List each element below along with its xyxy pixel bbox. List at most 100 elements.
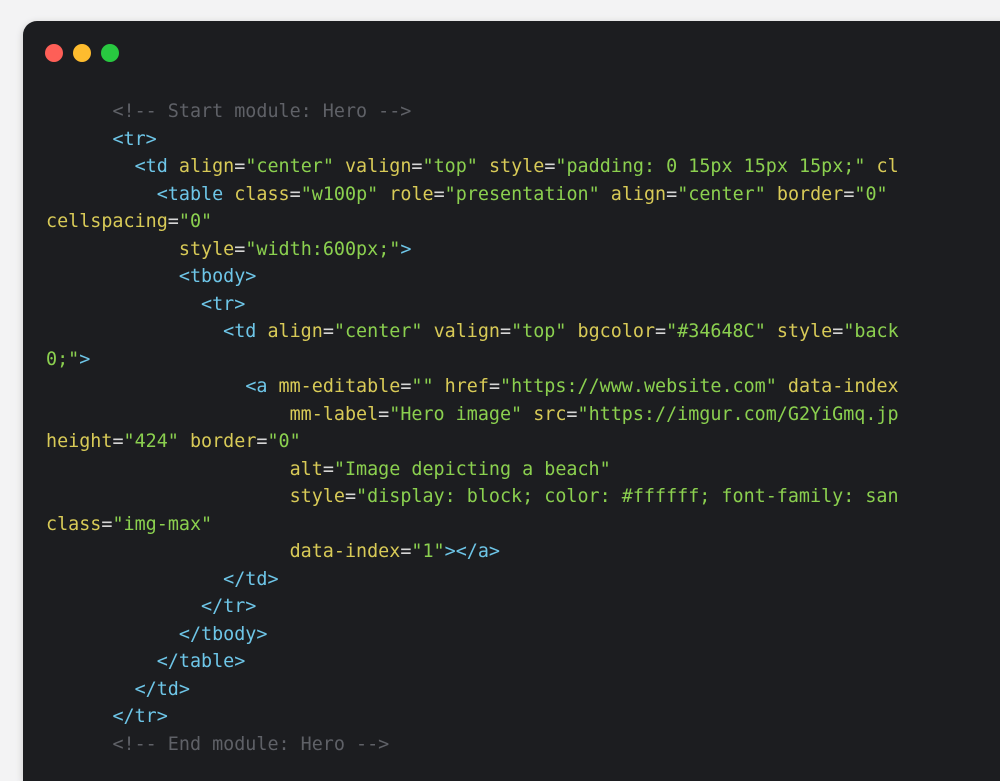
code-token: 0;": [46, 348, 80, 370]
code-line: <td align="center" valign="top" style="p…: [46, 153, 899, 181]
code-token: bgcolor: [577, 321, 656, 342]
code-token: "Hero image": [389, 403, 523, 425]
code-token: <td: [223, 321, 268, 342]
code-token: "center": [677, 183, 766, 205]
code-token: border: [189, 431, 257, 452]
code-token: ></a>: [444, 541, 500, 562]
code-token: class: [234, 183, 290, 205]
code-token: "presentation": [444, 183, 600, 205]
code-token: =: [101, 513, 113, 535]
minimize-dot-icon[interactable]: [73, 44, 91, 62]
code-block[interactable]: <!-- Start module: Hero --> <tr> <td ali…: [46, 98, 899, 758]
code-token: =: [322, 458, 334, 480]
code-token: mm-editable: [278, 376, 401, 397]
code-line: </tbody>: [46, 621, 899, 649]
code-line: <table class="w100p" role="presentation"…: [46, 181, 899, 209]
code-token: "top": [422, 156, 478, 177]
code-token: =: [256, 431, 268, 452]
code-token: "1": [411, 541, 445, 562]
code-token: data-index: [787, 376, 899, 397]
code-token: </table>: [156, 651, 246, 672]
code-token: =: [488, 376, 501, 397]
code-token: "img-max": [112, 513, 213, 535]
code-token: style: [289, 486, 345, 507]
code-token: =: [500, 321, 512, 342]
code-token: =: [234, 238, 246, 260]
code-line: <tbody>: [46, 263, 899, 291]
code-token: cl: [876, 156, 899, 177]
close-dot-icon[interactable]: [45, 44, 63, 62]
code-token: "display: block; color: #ffffff; font-fa…: [356, 486, 899, 507]
code-token: =: [666, 183, 678, 205]
code-token: <tbody>: [178, 266, 257, 287]
code-line: style="width:600px;">: [46, 236, 899, 264]
code-token: "0": [267, 431, 301, 452]
code-line: <td align="center" valign="top" bgcolor=…: [46, 318, 899, 346]
code-token: =: [655, 321, 667, 342]
code-token: =: [411, 156, 423, 177]
code-token: style: [776, 321, 833, 342]
code-token: valign: [433, 321, 500, 342]
code-token: border: [776, 183, 844, 205]
code-token: height: [46, 431, 113, 452]
maximize-dot-icon[interactable]: [101, 44, 119, 62]
code-line: <tr>: [46, 126, 899, 154]
code-token: </tbody>: [178, 623, 268, 645]
code-token: class: [46, 513, 102, 535]
code-token: =: [378, 403, 390, 425]
code-token: <!-- End module: Hero -->: [112, 733, 390, 755]
code-line: <!-- Start module: Hero -->: [46, 98, 899, 126]
code-line: </tr>: [46, 703, 899, 731]
code-token: "back: [843, 321, 899, 342]
code-token: "Image depicting a beach": [333, 458, 611, 480]
code-token: "#34648C": [666, 321, 766, 342]
code-token: <tr>: [112, 128, 157, 150]
code-token: >: [79, 348, 91, 370]
code-line: style="display: block; color: #ffffff; f…: [46, 483, 899, 511]
code-token: <table: [156, 183, 235, 205]
code-token: "": [411, 376, 434, 397]
code-token: </td>: [223, 568, 279, 590]
code-token: =: [344, 486, 357, 507]
code-token: src: [533, 403, 567, 425]
code-token: valign: [344, 156, 412, 177]
code-token: "w100p": [300, 183, 379, 205]
code-token: =: [167, 211, 179, 232]
code-token: "width:600px;": [245, 238, 401, 260]
code-line: data-index="1"></a>: [46, 538, 899, 566]
code-token: align: [178, 156, 235, 177]
code-token: =: [322, 321, 334, 342]
code-token: <tr>: [201, 293, 246, 315]
code-editor-window: <!-- Start module: Hero --> <tr> <td ali…: [23, 21, 1000, 781]
code-token: =: [843, 183, 855, 205]
code-line: </table>: [46, 648, 899, 676]
code-token: align: [610, 183, 667, 205]
code-token: =: [544, 156, 556, 177]
code-token: align: [267, 321, 323, 342]
code-token: mm-label: [289, 403, 379, 425]
